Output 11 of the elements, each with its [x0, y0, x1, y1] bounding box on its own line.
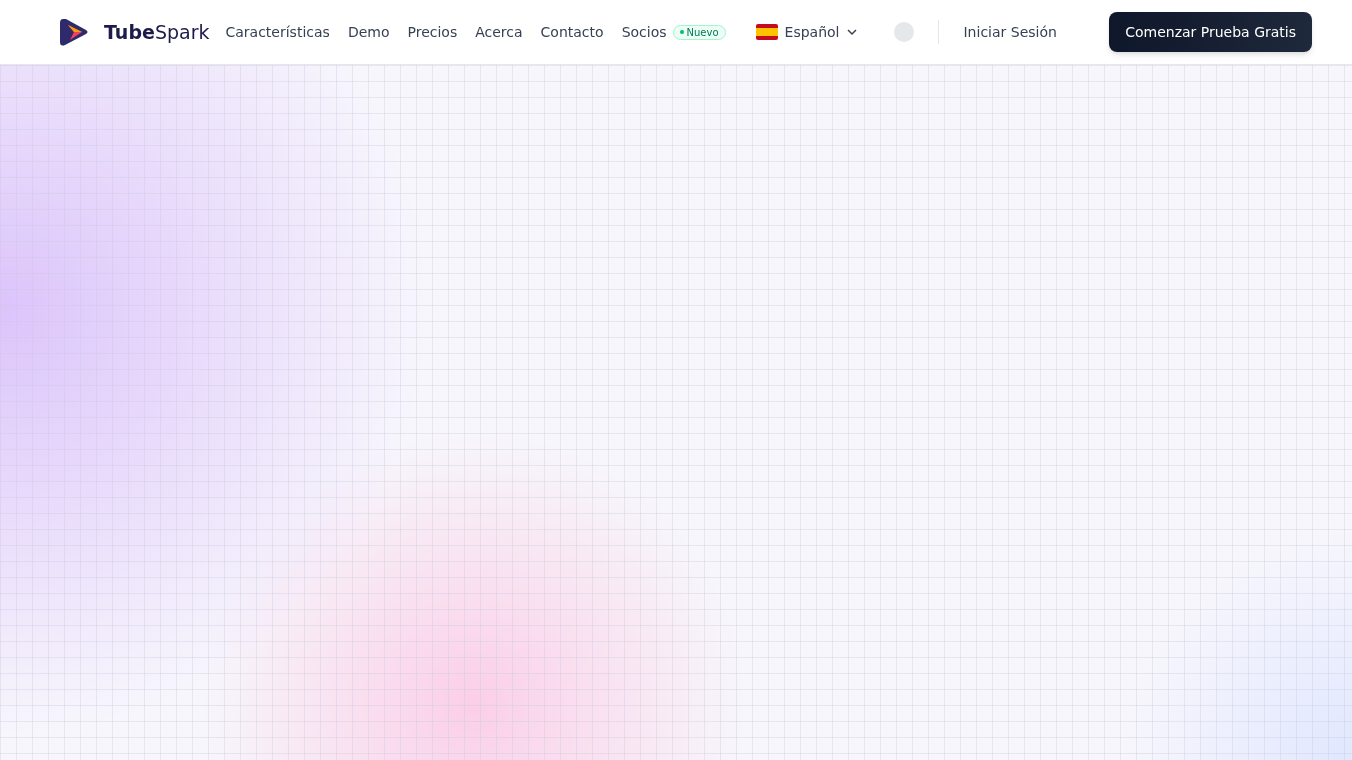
start-trial-button[interactable]: Comenzar Prueba Gratis	[1109, 12, 1312, 52]
brand-name[interactable]: TubeSpark	[104, 17, 210, 47]
nav-link[interactable]: Demo	[347, 21, 390, 43]
language-selector[interactable]: Español	[755, 21, 859, 43]
nav-link[interactable]: Socios	[621, 21, 667, 43]
nav-link[interactable]: Contacto	[540, 21, 604, 43]
nav-link[interactable]: Acerca	[475, 21, 523, 43]
nav-link[interactable]: Precios	[407, 21, 458, 43]
login-link[interactable]: Iniciar Sesión	[963, 21, 1057, 43]
nav-link[interactable]: Características	[225, 21, 330, 43]
new-badge: Nuevo	[672, 24, 726, 40]
